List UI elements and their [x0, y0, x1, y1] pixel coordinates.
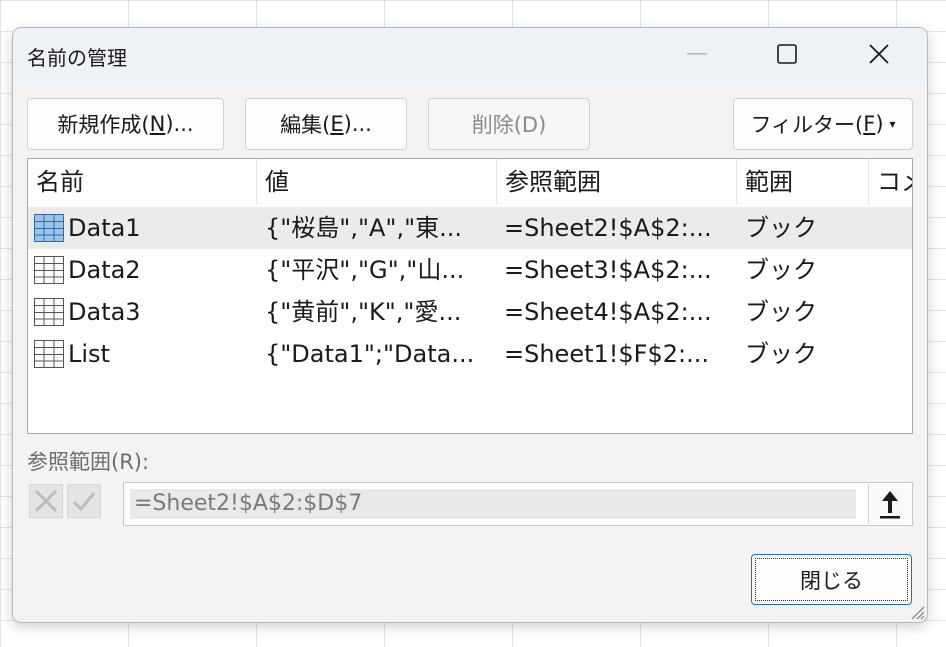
cancel-x-icon: [34, 489, 58, 513]
names-list[interactable]: 名前 値 参照範囲 範囲 コメント Data1 {"桜島","A","東... …: [27, 158, 913, 434]
cell-scope: ブック: [745, 256, 817, 284]
cell-refers-to: =Sheet3!$A$2:...: [504, 256, 712, 284]
dialog-title: 名前の管理: [27, 46, 127, 70]
cell-value: {"Data1";"Data...: [265, 340, 475, 368]
cell-refers-to: =Sheet1!$F$2:...: [504, 340, 709, 368]
column-header-comment[interactable]: コメント: [869, 159, 912, 205]
cell-value: {"黄前","K","愛...: [265, 298, 462, 326]
column-header-refers-to[interactable]: 参照範囲: [497, 159, 737, 205]
new-button[interactable]: 新規作成(N)...: [27, 98, 224, 150]
cell-scope: ブック: [745, 298, 817, 326]
table-row[interactable]: Data2 {"平沢","G","山... =Sheet3!$A$2:... ブ…: [28, 249, 912, 291]
cancel-edit-button[interactable]: [29, 484, 63, 518]
chevron-down-icon: ▾: [889, 117, 896, 131]
cell-name: List: [68, 340, 110, 368]
column-header-scope[interactable]: 範囲: [737, 159, 869, 205]
refers-to-input[interactable]: [130, 489, 856, 519]
title-bar[interactable]: 名前の管理: [13, 28, 927, 84]
column-header-name[interactable]: 名前: [28, 159, 257, 205]
column-header-value[interactable]: 値: [257, 159, 497, 205]
confirm-edit-button[interactable]: [67, 484, 101, 518]
refers-to-label: 参照範囲(R):: [27, 450, 150, 474]
table-name-icon: [34, 214, 64, 242]
close-icon: [869, 44, 889, 64]
delete-button[interactable]: 削除(D): [428, 98, 590, 150]
cell-name: Data2: [68, 256, 141, 284]
table-name-icon: [34, 340, 64, 368]
maximize-icon: [777, 44, 797, 64]
filter-button[interactable]: フィルター(F) ▾: [733, 98, 913, 150]
arrow-up-icon: [880, 491, 900, 519]
table-row[interactable]: List {"Data1";"Data... =Sheet1!$F$2:... …: [28, 333, 912, 375]
refers-to-field-container: [123, 482, 913, 526]
table-row[interactable]: Data3 {"黄前","K","愛... =Sheet4!$A$2:... ブ…: [28, 291, 912, 333]
close-window-button[interactable]: [849, 28, 909, 80]
cell-scope: ブック: [745, 340, 817, 368]
close-button-focus: 閉じる: [755, 558, 908, 601]
cell-name: Data3: [68, 298, 141, 326]
maximize-button[interactable]: [757, 28, 817, 80]
table-row[interactable]: Data1 {"桜島","A","東... =Sheet2!$A$2:... ブ…: [28, 207, 912, 249]
collapse-dialog-button[interactable]: [868, 484, 911, 524]
checkmark-icon: [72, 492, 96, 512]
close-button[interactable]: 閉じる: [751, 554, 912, 605]
minimize-button: [667, 28, 727, 80]
table-name-icon: [34, 298, 64, 326]
name-manager-dialog: 名前の管理 新規作成(N)... 編集(E)... 削除(D) フィルター(F)…: [12, 27, 928, 623]
cell-name: Data1: [68, 214, 141, 242]
table-name-icon: [34, 256, 64, 284]
cell-refers-to: =Sheet2!$A$2:...: [504, 214, 712, 242]
cell-scope: ブック: [745, 214, 817, 242]
cell-value: {"平沢","G","山...: [265, 256, 465, 284]
cell-value: {"桜島","A","東...: [265, 214, 463, 242]
edit-button[interactable]: 編集(E)...: [245, 98, 407, 150]
resize-grip-icon[interactable]: [907, 602, 925, 620]
cell-refers-to: =Sheet4!$A$2:...: [504, 298, 712, 326]
minimize-icon: [687, 53, 707, 55]
